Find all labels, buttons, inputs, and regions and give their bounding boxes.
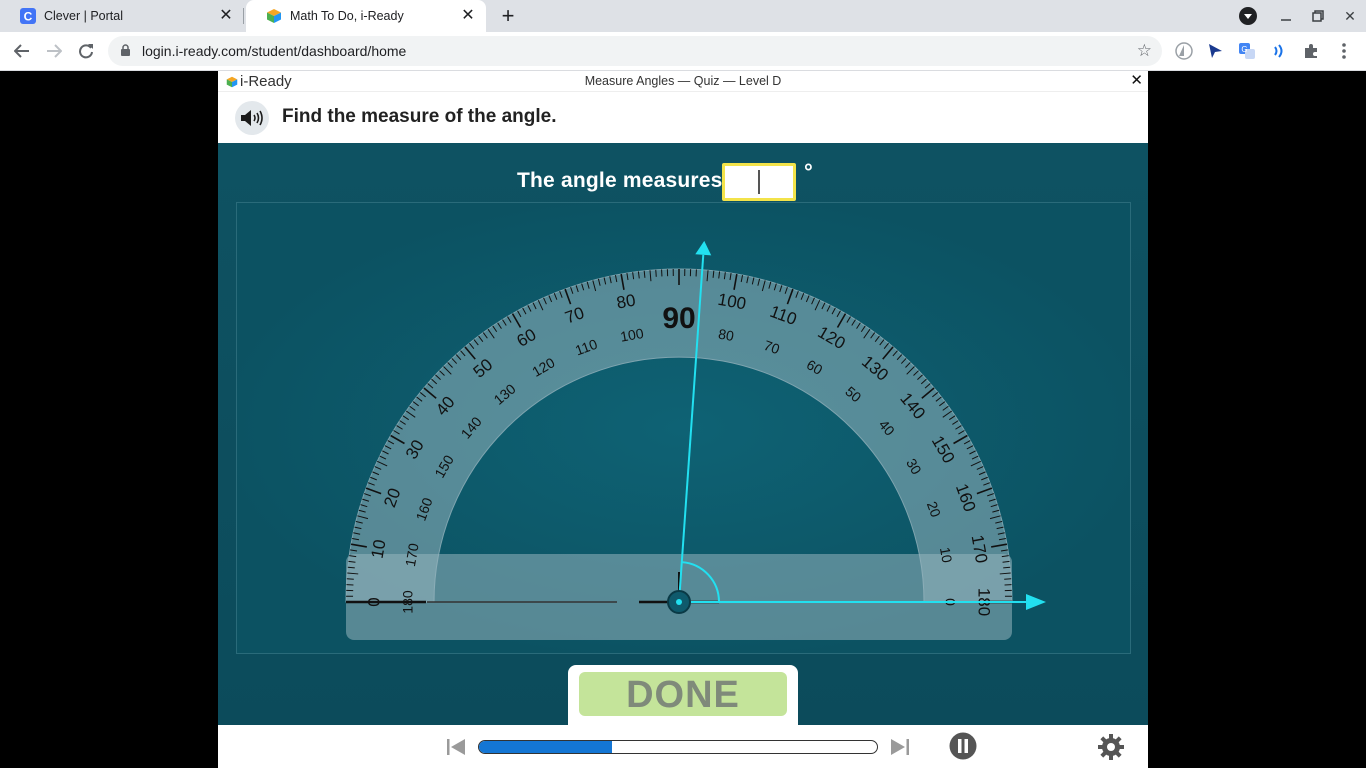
browser-tab-strip: C Clever | Portal ✕ Math To Do, i-Ready … [0, 0, 1366, 32]
tab-clever[interactable]: C Clever | Portal ✕ [0, 0, 244, 32]
done-button[interactable]: DONE [579, 672, 787, 716]
settings-gear-icon[interactable] [1097, 733, 1125, 761]
close-window-icon[interactable]: ✕ [1338, 4, 1362, 28]
iready-cube-icon [266, 8, 282, 24]
work-area: The angle measures ° 0102030405060708010… [218, 143, 1148, 725]
done-panel: DONE [568, 665, 798, 725]
protractor-stage: 0102030405060708010011012013014015016017… [236, 202, 1131, 654]
player-controls [218, 725, 1148, 768]
protractor[interactable]: 0102030405060708010011012013014015016017… [237, 203, 1130, 653]
app-titlebar: i-Ready Measure Angles — Quiz — Level D … [218, 71, 1148, 91]
protractor-inner-label: 10 [937, 546, 955, 564]
extension-cursor-icon[interactable] [1205, 41, 1225, 61]
tab-title: Clever | Portal [44, 9, 123, 23]
minimize-icon[interactable] [1274, 4, 1298, 28]
answer-row: The angle measures ° [218, 153, 1148, 201]
profile-menu-icon[interactable] [1236, 4, 1260, 28]
bookmark-star-icon[interactable]: ☆ [1137, 41, 1152, 61]
iready-app: i-Ready Measure Angles — Quiz — Level D … [218, 71, 1148, 768]
answer-label: The angle measures [517, 169, 723, 192]
new-tab-button[interactable]: + [494, 2, 522, 30]
close-tab-icon[interactable]: ✕ [460, 8, 476, 24]
clever-logo-icon: C [20, 8, 36, 24]
ray-arrowhead-top-icon [695, 240, 712, 256]
speaker-icon[interactable] [235, 101, 269, 135]
text-caret [758, 170, 760, 194]
progress-fill [479, 741, 613, 753]
question-bar: Find the measure of the angle. [218, 91, 1148, 144]
pause-icon[interactable] [949, 732, 977, 760]
url-text: login.i-ready.com/student/dashboard/home [142, 43, 407, 59]
back-icon[interactable] [8, 37, 36, 65]
skip-forward-icon[interactable] [890, 737, 910, 757]
tab-iready[interactable]: Math To Do, i-Ready ✕ [246, 0, 486, 32]
extension-sail-icon[interactable] [1174, 41, 1194, 61]
lesson-progress-bar [478, 740, 878, 754]
pivot-center [676, 599, 682, 605]
lock-icon [120, 44, 131, 62]
lesson-title: Measure Angles — Quiz — Level D [584, 74, 782, 88]
degree-symbol: ° [804, 159, 813, 184]
protractor-inner-label: 80 [717, 326, 735, 344]
close-lesson-button[interactable]: ✕ [1130, 71, 1143, 89]
close-tab-icon[interactable]: ✕ [218, 8, 234, 24]
read-aloud-icon[interactable] [1269, 41, 1289, 61]
protractor-outer-label: 80 [615, 291, 637, 313]
svg-text:G: G [1241, 45, 1247, 54]
tab-title: Math To Do, i-Ready [290, 9, 404, 23]
browser-toolbar: login.i-ready.com/student/dashboard/home… [0, 32, 1366, 71]
browser-menu-icon[interactable] [1334, 41, 1354, 61]
protractor-outer-label: 10 [368, 538, 390, 560]
protractor-center-label: 90 [662, 302, 695, 335]
question-prompt: Find the measure of the angle. [282, 106, 557, 127]
reload-icon[interactable] [72, 37, 100, 65]
address-bar[interactable]: login.i-ready.com/student/dashboard/home… [108, 36, 1162, 66]
angle-answer-input[interactable] [722, 163, 796, 201]
forward-icon[interactable] [40, 37, 68, 65]
ray-arrowhead-right-icon [1026, 594, 1046, 610]
extensions-puzzle-icon[interactable] [1301, 41, 1321, 61]
svg-text:C: C [24, 10, 33, 24]
google-translate-icon[interactable]: G [1237, 41, 1257, 61]
restore-icon[interactable] [1306, 4, 1330, 28]
skip-back-icon[interactable] [446, 737, 466, 757]
